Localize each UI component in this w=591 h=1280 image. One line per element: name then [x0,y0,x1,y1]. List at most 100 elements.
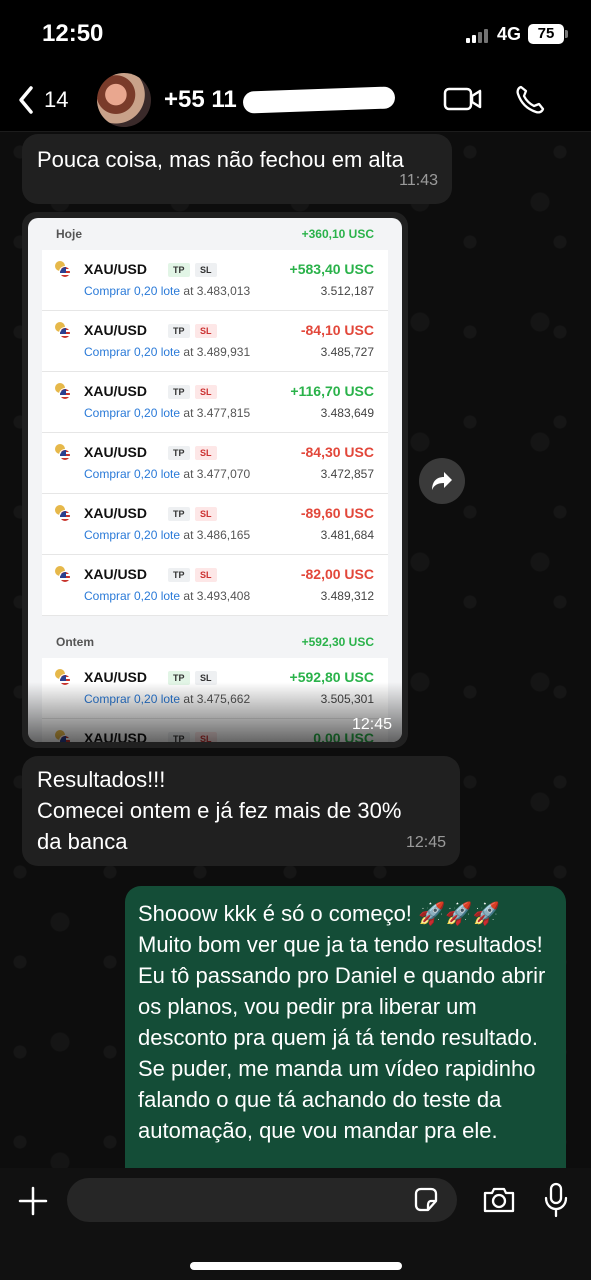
open-price: at 3.493,408 [183,589,251,603]
trade-symbol: XAU/USD [84,261,148,277]
sl-badge: SL [195,385,217,399]
open-price: at 3.477,070 [183,467,251,481]
trade-symbol: XAU/USD [84,322,148,338]
trade-symbol: XAU/USD [84,566,148,582]
sl-badge: SL [195,446,217,460]
status-bar: 12:50 4G 75 [0,0,591,70]
trade-profit: -84,30 USC [300,444,374,460]
open-price: at 3.477,815 [183,406,251,420]
trade-action: Comprar 0,20 lote [84,406,181,420]
phone-icon[interactable] [514,84,546,116]
tp-badge: TP [168,385,190,399]
open-price: at 3.486,165 [183,528,251,542]
message-line: da banca [37,829,128,854]
xau-usd-flag-icon [54,382,72,400]
day-header: Hoje +360,10 USC [28,218,402,250]
redaction-mark [242,86,396,114]
trade-symbol: XAU/USD [84,505,148,521]
trade-detail: Comprar 0,20 lote at 3.483,013 [84,284,250,298]
trade-detail: Comprar 0,20 lote at 3.493,408 [84,589,250,603]
signal-icon [466,27,488,43]
trade-action: Comprar 0,20 lote [84,528,181,542]
incoming-message[interactable]: Pouca coisa, mas não fechou em alta 11:4… [22,134,452,204]
message-text: Pouca coisa, mas não fechou em alta [37,147,404,172]
unread-count: 14 [44,87,69,112]
current-price: 3.472,857 [320,467,374,481]
trade-action: Comprar 0,20 lote [84,467,181,481]
message-text: Shooow kkk é só o começo! 🚀🚀🚀 Muito bom … [138,901,546,1143]
day-header: Ontem +592,30 USC [28,626,402,658]
message-line: Resultados!!! [37,767,166,792]
home-indicator [190,1262,402,1270]
open-price: at 3.483,013 [183,284,251,298]
message-time: 11:43 [399,172,438,189]
mic-icon[interactable] [543,1182,569,1218]
tp-badge: TP [168,568,190,582]
trade-symbol: XAU/USD [84,383,148,399]
sticker-icon[interactable] [412,1186,440,1214]
message-line: Comecei ontem e já fez mais de 30% [37,798,402,823]
network-type: 4G [497,24,522,44]
battery-icon: 75 [528,24,568,44]
message-time: 12:45 [405,834,446,851]
forward-button[interactable] [419,458,465,504]
video-call-icon[interactable] [443,84,483,114]
trades-screenshot[interactable]: Hoje +360,10 USC XAU/USD TP SL +583,40 USC Com… [28,218,402,742]
xau-usd-flag-icon [54,565,72,583]
day-total: +360,10 USC [301,227,374,241]
contact-name[interactable]: +55 11 [164,86,396,114]
camera-icon[interactable] [481,1186,517,1214]
trade-profit: -82,00 USC [300,566,374,582]
sl-badge: SL [195,263,217,277]
back-chevron-icon [19,86,33,114]
current-price: 3.512,187 [320,284,374,298]
tp-badge: TP [168,263,190,277]
xau-usd-flag-icon [54,504,72,522]
trade-detail: Comprar 0,20 lote at 3.477,815 [84,406,250,420]
plus-icon[interactable] [18,1186,48,1216]
trade-detail: Comprar 0,20 lote at 3.489,931 [84,345,250,359]
incoming-image-message[interactable]: Hoje +360,10 USC XAU/USD TP SL +583,40 USC Com… [22,212,408,748]
back-button[interactable]: 14 [16,84,68,116]
trade-detail: Comprar 0,20 lote at 3.486,165 [84,528,250,542]
message-input[interactable] [67,1178,457,1222]
chat-header: 14 +55 11 [0,70,591,132]
trade-symbol: XAU/USD [84,444,148,460]
incoming-message[interactable]: Resultados!!! Comecei ontem e já fez mai… [22,756,460,866]
sl-badge: SL [195,507,217,521]
day-label: Ontem [56,635,95,649]
tp-badge: TP [168,507,190,521]
tp-badge: TP [168,446,190,460]
input-bar [0,1168,591,1280]
trade-action: Comprar 0,20 lote [84,284,181,298]
day-label: Hoje [56,227,83,241]
trade-row: XAU/USD TP SL +583,40 USC Comprar 0,20 lote … [42,250,388,311]
message-time: 12:45 [351,716,392,733]
trade-profit: -89,60 USC [300,505,374,521]
sl-badge: SL [195,324,217,338]
forward-icon [432,472,452,490]
trade-action: Comprar 0,20 lote [84,589,181,603]
chat-area[interactable]: Pouca coisa, mas não fechou em alta 11:4… [0,132,591,1168]
sl-badge: SL [195,568,217,582]
trade-row: XAU/USD TP SL -82,00 USC Comprar 0,20 lote a… [42,555,388,616]
xau-usd-flag-icon [54,443,72,461]
open-price: at 3.489,931 [183,345,251,359]
trade-row: XAU/USD TP SL -84,30 USC Comprar 0,20 lote a… [42,433,388,494]
tp-badge: TP [168,324,190,338]
outgoing-message[interactable]: Shooow kkk é só o começo! 🚀🚀🚀 Muito bom … [125,886,566,1168]
day-total: +592,30 USC [301,635,374,649]
current-price: 3.483,649 [320,406,374,420]
avatar[interactable] [97,73,151,127]
trade-profit: -84,10 USC [300,322,374,338]
current-price: 3.489,312 [320,589,374,603]
current-price: 3.481,684 [320,528,374,542]
trade-action: Comprar 0,20 lote [84,345,181,359]
xau-usd-flag-icon [54,260,72,278]
current-price: 3.485,727 [320,345,374,359]
xau-usd-flag-icon [54,321,72,339]
trade-detail: Comprar 0,20 lote at 3.477,070 [84,467,250,481]
trade-row: XAU/USD TP SL +116,70 USC Comprar 0,20 lote … [42,372,388,433]
trade-row: XAU/USD TP SL -89,60 USC Comprar 0,20 lote a… [42,494,388,555]
status-time: 12:50 [42,20,104,47]
